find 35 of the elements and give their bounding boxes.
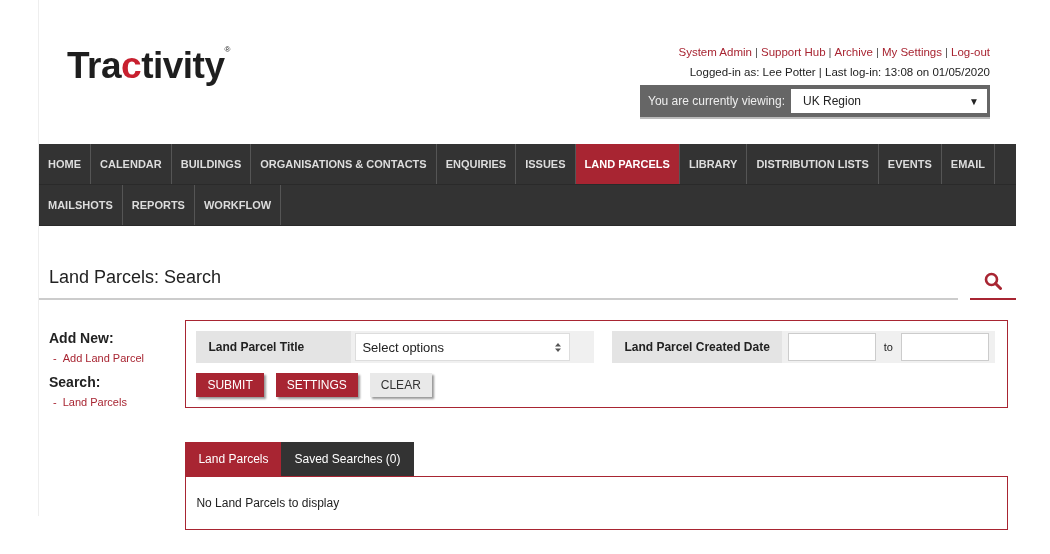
field-label: Land Parcel Title xyxy=(196,331,352,363)
header-link[interactable]: Archive xyxy=(834,46,873,58)
bullet: - xyxy=(53,396,57,408)
nav-item[interactable]: LAND PARCELS xyxy=(575,144,680,184)
sidebar-link[interactable]: Add Land Parcel xyxy=(62,352,144,364)
header-link[interactable]: Support Hub xyxy=(760,46,826,58)
region-dropdown[interactable]: UK Region ▼ xyxy=(791,89,987,113)
bullet: - xyxy=(53,352,57,364)
title-select[interactable]: Select options xyxy=(355,333,571,361)
sort-arrows-icon xyxy=(555,342,562,352)
logo: Tractivity$^{®}$ xyxy=(67,46,230,87)
empty-message: No Land Parcels to display xyxy=(196,496,340,510)
separator: | xyxy=(753,46,759,58)
header-link[interactable]: System Admin xyxy=(678,46,752,58)
page-title: Land Parcels: Search xyxy=(39,267,958,300)
result-tab[interactable]: Saved Searches (0) xyxy=(281,442,414,476)
result-tab[interactable]: Land Parcels xyxy=(185,442,282,476)
header-link[interactable]: My Settings xyxy=(881,46,942,58)
action-button[interactable]: SETTINGS xyxy=(275,373,358,397)
field-label: Land Parcel Created Date xyxy=(612,331,782,363)
action-button[interactable]: SUBMIT xyxy=(196,373,264,397)
sidebar-heading: Add New: xyxy=(49,330,115,346)
date-from-field[interactable] xyxy=(787,333,876,361)
separator: | xyxy=(944,46,949,58)
viewing-label: You are currently viewing: xyxy=(648,94,785,108)
search-icon[interactable] xyxy=(984,272,1002,290)
separator: | xyxy=(827,46,833,58)
separator: | xyxy=(874,46,880,58)
to-label: to xyxy=(882,341,894,353)
action-button[interactable]: CLEAR xyxy=(369,373,432,397)
sidebar-link[interactable]: Land Parcels xyxy=(62,396,127,408)
header-link[interactable]: Log-out xyxy=(951,46,990,58)
login-info: Logged-in as: Lee Potter | Last log-in: 13:08 on 01/05/2020 xyxy=(689,66,990,78)
sidebar-heading: Search: xyxy=(49,374,102,390)
date-to-field[interactable] xyxy=(901,333,989,361)
